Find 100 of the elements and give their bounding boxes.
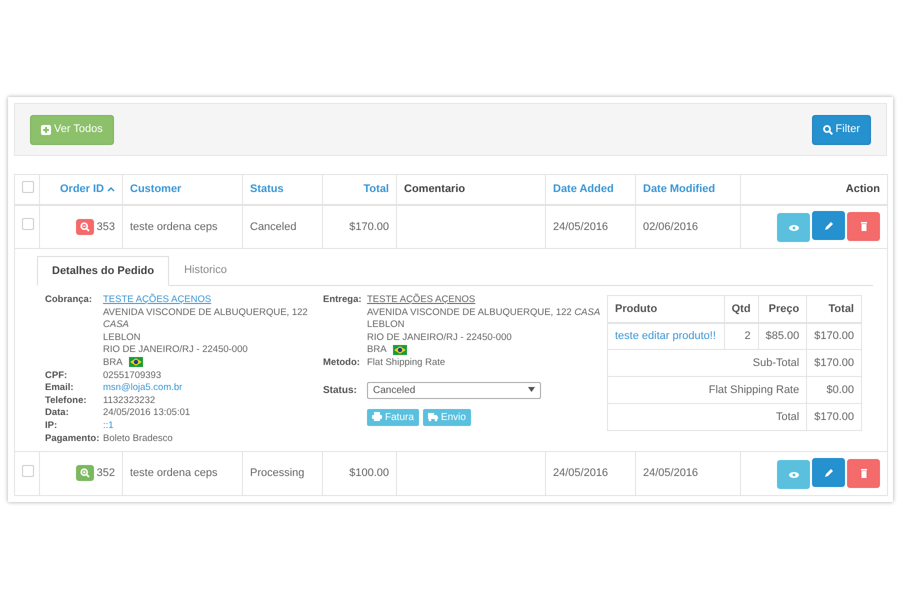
select-all-checkbox[interactable] — [22, 180, 34, 192]
total-label: Sub-Total — [752, 356, 800, 369]
row-checkbox[interactable] — [22, 218, 34, 230]
search-icon — [822, 124, 833, 134]
field-value: Boleto Bradesco — [103, 432, 173, 444]
column-sort-link[interactable]: Status — [250, 183, 284, 195]
field-value: 1132323232 — [103, 394, 156, 406]
total-label: Flat Shipping Rate — [708, 384, 800, 396]
table-cell: $0.00 — [806, 376, 862, 404]
column-header: Total — [806, 296, 862, 322]
view-button[interactable] — [777, 460, 810, 490]
column-header-cell[interactable]: Order ID — [40, 174, 122, 204]
field-label: Email: — [45, 382, 75, 395]
expand-toggle[interactable] — [76, 465, 94, 482]
field-label: Status: — [323, 384, 358, 398]
column-sort-link[interactable]: Date Modified — [643, 183, 716, 195]
tab[interactable]: Detalhes do Pedido — [37, 256, 170, 286]
column-header-cell[interactable]: Status — [242, 174, 322, 204]
pencil-icon — [822, 466, 834, 479]
edit-button[interactable] — [812, 211, 845, 240]
column-header: Comentario — [404, 183, 466, 195]
printer-icon — [372, 412, 382, 422]
trash-icon — [858, 220, 868, 232]
column-header-cell[interactable]: Date Added — [546, 174, 636, 204]
order-id: 352 — [96, 467, 115, 480]
country-code: BRA — [103, 356, 123, 368]
shipping-button[interactable]: Envio — [422, 408, 471, 426]
status-select[interactable]: Canceled — [367, 382, 541, 399]
field-label: Pagamento: — [45, 432, 100, 446]
date-added: 24/05/2016 — [553, 220, 608, 232]
table-cell: 2 — [724, 322, 758, 350]
truck-icon — [428, 412, 438, 422]
row-checkbox[interactable] — [22, 464, 34, 477]
zoom-icon — [80, 468, 90, 478]
shipping-name-link[interactable]: TESTE AÇÕES AÇENOS — [367, 294, 476, 305]
date-modified: 24/05/2016 — [643, 467, 698, 480]
column-header-cell[interactable]: Total — [322, 174, 396, 204]
customer-name-link[interactable]: TESTE AÇÕES AÇENOS — [103, 294, 212, 305]
order-status: Processing — [250, 467, 304, 480]
flag-icon — [392, 344, 407, 355]
column-header: Produto — [608, 296, 724, 322]
address-line: AVENIDA VISCONDE DE ALBUQUERQUE, 122 CASA — [367, 306, 600, 320]
invoice-button[interactable]: Fatura — [367, 408, 419, 426]
customer-name: teste ordena ceps — [130, 467, 218, 480]
view-all-button[interactable]: Ver Todos — [30, 114, 114, 144]
field-label: Cobrança: — [45, 294, 93, 307]
edit-button[interactable] — [812, 458, 845, 488]
table-cell: $170.00 — [806, 350, 862, 376]
filter-button[interactable]: Filter — [812, 114, 871, 144]
total-label: Total — [776, 410, 800, 423]
order-total: $100.00 — [349, 467, 389, 480]
eye-icon — [788, 470, 800, 479]
field-label: Entrega: — [323, 294, 363, 307]
field-link[interactable]: ::1 — [103, 420, 114, 431]
plus-icon — [41, 124, 51, 134]
date-modified: 02/06/2016 — [643, 220, 698, 232]
eye-icon — [788, 224, 800, 232]
column-header-cell[interactable]: Date Modified — [636, 174, 740, 204]
field-value: 02551709393 — [103, 370, 162, 381]
delete-button[interactable] — [847, 212, 880, 241]
address-line: CASA — [103, 319, 130, 332]
column-sort-link[interactable]: Total — [364, 183, 389, 195]
zoom-icon — [80, 222, 90, 232]
sort-up-icon — [107, 186, 115, 192]
column-header: Action — [846, 183, 880, 195]
column-sort-link[interactable]: Date Added — [553, 183, 614, 195]
address-line: RIO DE JANEIRO/RJ - 22450-000 — [367, 332, 513, 344]
field-link[interactable]: msn@loja5.com.br — [103, 382, 182, 394]
trash-icon — [858, 468, 868, 479]
order-status: Canceled — [250, 220, 296, 232]
column-sort-link[interactable]: Order ID — [60, 183, 104, 195]
field-label: IP: — [45, 420, 58, 433]
customer-name: teste ordena ceps — [130, 220, 218, 232]
column-header-cell[interactable]: Customer — [122, 174, 242, 204]
field-label: Data: — [45, 407, 70, 420]
column-header: Qtd — [724, 296, 758, 322]
view-button[interactable] — [777, 213, 810, 242]
address-line: AVENIDA VISCONDE DE ALBUQUERQUE, 122 — [103, 306, 308, 320]
pencil-icon — [822, 220, 834, 232]
shipping-method: Flat Shipping Rate — [367, 356, 446, 368]
expand-toggle[interactable] — [76, 218, 94, 235]
table-cell: $170.00 — [806, 322, 862, 350]
field-label: Metodo: — [323, 356, 361, 370]
order-total: $170.00 — [349, 220, 389, 232]
order-id: 353 — [96, 220, 115, 232]
delete-button[interactable] — [847, 458, 880, 488]
field-value: 24/05/2016 13:05:01 — [103, 407, 190, 418]
address-line: LEBLON — [367, 319, 406, 332]
field-label: CPF: — [45, 370, 68, 382]
field-label: Telefone: — [45, 394, 88, 408]
table-cell: $170.00 — [806, 404, 862, 430]
tab[interactable]: Historico — [169, 256, 242, 285]
address-line: LEBLON — [103, 332, 142, 344]
table-cell: $85.00 — [758, 322, 807, 350]
column-header: Preço — [758, 296, 807, 322]
country-code: BRA — [367, 344, 387, 356]
caret-icon — [528, 387, 535, 392]
address-line: RIO DE JANEIRO/RJ - 22450-000 — [103, 344, 249, 357]
column-sort-link[interactable]: Customer — [130, 183, 182, 195]
flag-icon — [128, 357, 143, 368]
